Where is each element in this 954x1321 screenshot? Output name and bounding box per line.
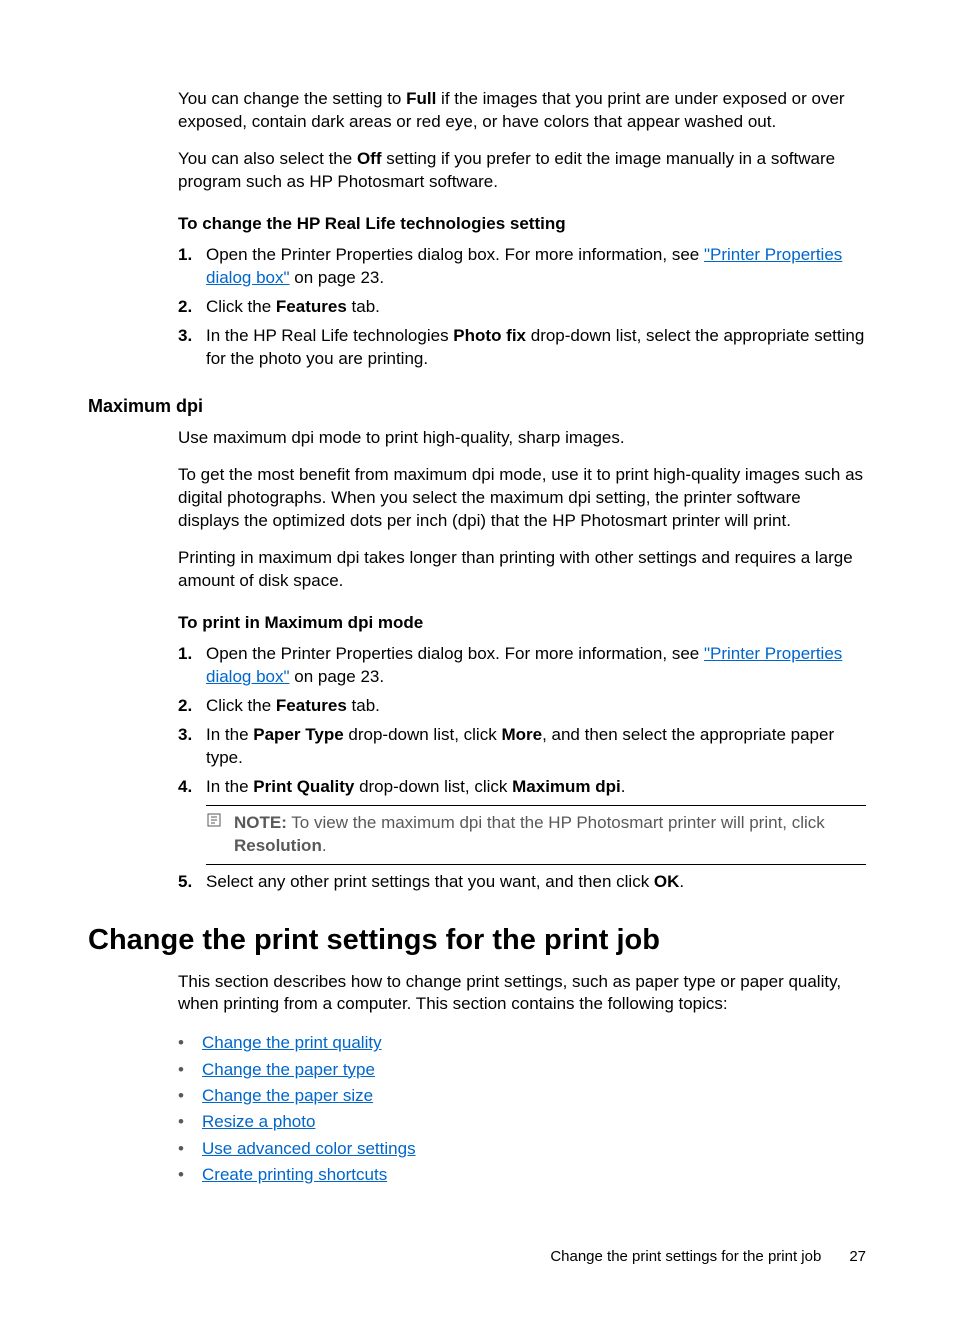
step-number: 5. — [178, 871, 206, 894]
step-number: 3. — [178, 724, 206, 770]
bullet-icon: • — [178, 1162, 202, 1188]
list-item: 5. Select any other print settings that … — [178, 871, 866, 894]
body-text: Use maximum dpi mode to print high-quali… — [178, 427, 866, 450]
list-item: •Change the paper type — [178, 1057, 866, 1083]
list-item: 1. Open the Printer Properties dialog bo… — [178, 643, 866, 689]
body-text: This section describes how to change pri… — [178, 971, 866, 1017]
list-item: •Use advanced color settings — [178, 1136, 866, 1162]
bullet-icon: • — [178, 1057, 202, 1083]
note-box: NOTE: To view the maximum dpi that the H… — [206, 805, 866, 865]
list-item: •Resize a photo — [178, 1109, 866, 1135]
sub-heading: To change the HP Real Life technologies … — [178, 214, 866, 234]
heading-maximum-dpi: Maximum dpi — [88, 396, 866, 417]
link-resize-photo[interactable]: Resize a photo — [202, 1109, 315, 1135]
list-item: 3. In the Paper Type drop-down list, cli… — [178, 724, 866, 770]
link-change-print-quality[interactable]: Change the print quality — [202, 1030, 382, 1056]
list-item: •Create printing shortcuts — [178, 1162, 866, 1188]
sub-heading: To print in Maximum dpi mode — [178, 613, 866, 633]
step-number: 2. — [178, 695, 206, 718]
body-text: To get the most benefit from maximum dpi… — [178, 464, 866, 533]
ordered-list: 1. Open the Printer Properties dialog bo… — [178, 244, 866, 371]
step-number: 2. — [178, 296, 206, 319]
bullet-icon: • — [178, 1030, 202, 1056]
step-number: 1. — [178, 643, 206, 689]
footer-section-title: Change the print settings for the print … — [550, 1248, 821, 1265]
body-text: You can change the setting to Full if th… — [178, 88, 866, 134]
list-item: •Change the paper size — [178, 1083, 866, 1109]
step-number: 1. — [178, 244, 206, 290]
link-change-paper-type[interactable]: Change the paper type — [202, 1057, 375, 1083]
list-item: 4. In the Print Quality drop-down list, … — [178, 776, 866, 799]
link-advanced-color[interactable]: Use advanced color settings — [202, 1136, 416, 1162]
note-icon — [206, 812, 228, 858]
link-create-shortcuts[interactable]: Create printing shortcuts — [202, 1162, 387, 1188]
link-change-paper-size[interactable]: Change the paper size — [202, 1083, 373, 1109]
bullet-icon: • — [178, 1136, 202, 1162]
list-item: 2. Click the Features tab. — [178, 695, 866, 718]
list-item: 1. Open the Printer Properties dialog bo… — [178, 244, 866, 290]
bullet-icon: • — [178, 1109, 202, 1135]
page-number: 27 — [849, 1248, 866, 1265]
step-number: 3. — [178, 325, 206, 371]
step-number: 4. — [178, 776, 206, 799]
list-item: 3. In the HP Real Life technologies Phot… — [178, 325, 866, 371]
body-text: Printing in maximum dpi takes longer tha… — [178, 547, 866, 593]
heading-change-print-settings: Change the print settings for the print … — [88, 924, 866, 957]
bullet-icon: • — [178, 1083, 202, 1109]
list-item: 2. Click the Features tab. — [178, 296, 866, 319]
body-text: You can also select the Off setting if y… — [178, 148, 866, 194]
bullet-list: •Change the print quality •Change the pa… — [178, 1030, 866, 1188]
list-item: •Change the print quality — [178, 1030, 866, 1056]
ordered-list: 1. Open the Printer Properties dialog bo… — [178, 643, 866, 893]
page-footer: Change the print settings for the print … — [550, 1248, 866, 1265]
